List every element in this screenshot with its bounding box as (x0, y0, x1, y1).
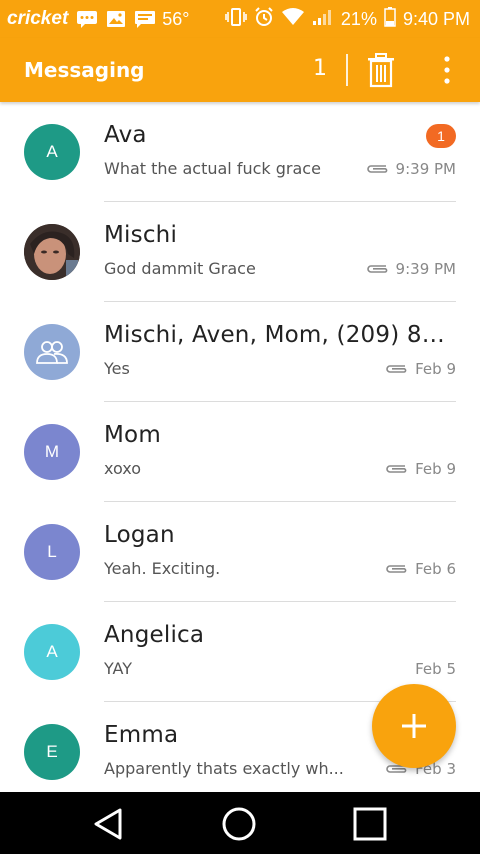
navigation-bar (0, 792, 480, 854)
message-meta: Feb 6 (385, 560, 456, 578)
trash-icon (368, 53, 394, 88)
avatar-initial: M (44, 442, 60, 461)
status-bar: cricket 56° 21% 9:40 PM (0, 0, 480, 38)
recents-button[interactable] (352, 806, 388, 842)
message-time: Feb 9 (415, 360, 456, 378)
contact-name: Angelica (104, 622, 205, 648)
contact-name: Emma (104, 722, 179, 748)
avatar: E (24, 724, 80, 780)
alarm-icon (254, 6, 274, 32)
group-icon (36, 341, 68, 364)
message-time: Feb 5 (415, 660, 456, 678)
wifi-icon (281, 7, 305, 31)
conversation-row[interactable]: Mischi God dammit Grace 9:39 PM (0, 202, 480, 302)
attachment-icon (366, 165, 387, 173)
back-button[interactable] (90, 806, 126, 842)
attachment-icon (386, 465, 407, 473)
message-meta: Feb 9 (385, 460, 456, 478)
profile-photo (24, 224, 80, 280)
image-icon (106, 10, 126, 28)
avatar (24, 324, 80, 380)
battery-icon (384, 6, 396, 32)
message-time: 9:39 PM (395, 260, 456, 278)
message-meta: 9:39 PM (366, 160, 456, 178)
unread-badge: 1 (426, 124, 456, 148)
home-icon (222, 807, 256, 841)
message-time: Feb 6 (415, 560, 456, 578)
contact-name: Mischi (104, 222, 178, 248)
message-meta: 9:39 PM (366, 260, 456, 278)
avatar-initial: A (46, 642, 58, 661)
message-preview: Apparently thats exactly wh... (104, 759, 344, 778)
attachment-icon (386, 365, 407, 373)
app-bar: Messaging 1 (0, 38, 480, 102)
message-preview: xoxo (104, 459, 142, 478)
clock: 9:40 PM (402, 8, 470, 29)
message-preview: Yes (104, 359, 130, 378)
message-preview: Yeah. Exciting. (104, 559, 221, 578)
contact-name: Logan (104, 522, 175, 548)
avatar-initial: A (46, 142, 58, 161)
avatar-initial: E (46, 742, 58, 761)
selected-count: 1 (313, 56, 327, 81)
message-time: 9:39 PM (395, 160, 456, 178)
attachment-icon (386, 565, 407, 573)
message-preview: What the actual fuck grace (104, 159, 321, 178)
avatar: M (24, 424, 80, 480)
home-button[interactable] (221, 806, 257, 842)
delete-button[interactable] (364, 52, 398, 88)
vibrate-icon (225, 7, 247, 32)
conversation-row[interactable]: Mischi, Aven, Mom, (209) 81... Yes Feb 9 (0, 302, 480, 402)
app-bar-divider (346, 54, 348, 86)
chat-bubble-icon (76, 10, 98, 28)
signal-icon (312, 8, 334, 31)
temperature-label: 56° (162, 8, 190, 29)
battery-percent: 21% (340, 8, 377, 29)
message-preview: YAY (104, 659, 133, 678)
more-vert-icon (444, 56, 450, 84)
app-title: Messaging (24, 58, 145, 82)
new-message-button[interactable] (372, 684, 456, 768)
contact-name: Ava (104, 122, 147, 148)
back-icon (94, 808, 122, 840)
message-time: Feb 9 (415, 460, 456, 478)
conversation-row[interactable]: M Mom xoxo Feb 9 (0, 402, 480, 502)
contact-name: Mom (104, 422, 161, 448)
message-preview: God dammit Grace (104, 259, 256, 278)
message-meta: Feb 5 (415, 660, 456, 678)
avatar: A (24, 124, 80, 180)
avatar: L (24, 524, 80, 580)
contact-name: Mischi, Aven, Mom, (209) 81... (104, 322, 449, 348)
message-meta: Feb 9 (385, 360, 456, 378)
carrier-label: cricket (7, 8, 69, 29)
avatar: A (24, 624, 80, 680)
conversation-row[interactable]: L Logan Yeah. Exciting. Feb 6 (0, 502, 480, 602)
overflow-menu-button[interactable] (440, 54, 454, 86)
avatar-photo (24, 224, 80, 280)
message-icon (134, 10, 156, 28)
conversation-row[interactable]: A Ava 1 What the actual fuck grace 9:39 … (0, 102, 480, 202)
recents-icon (353, 807, 387, 841)
attachment-icon (366, 265, 387, 273)
plus-icon (402, 714, 426, 738)
avatar-initial: L (47, 542, 57, 561)
